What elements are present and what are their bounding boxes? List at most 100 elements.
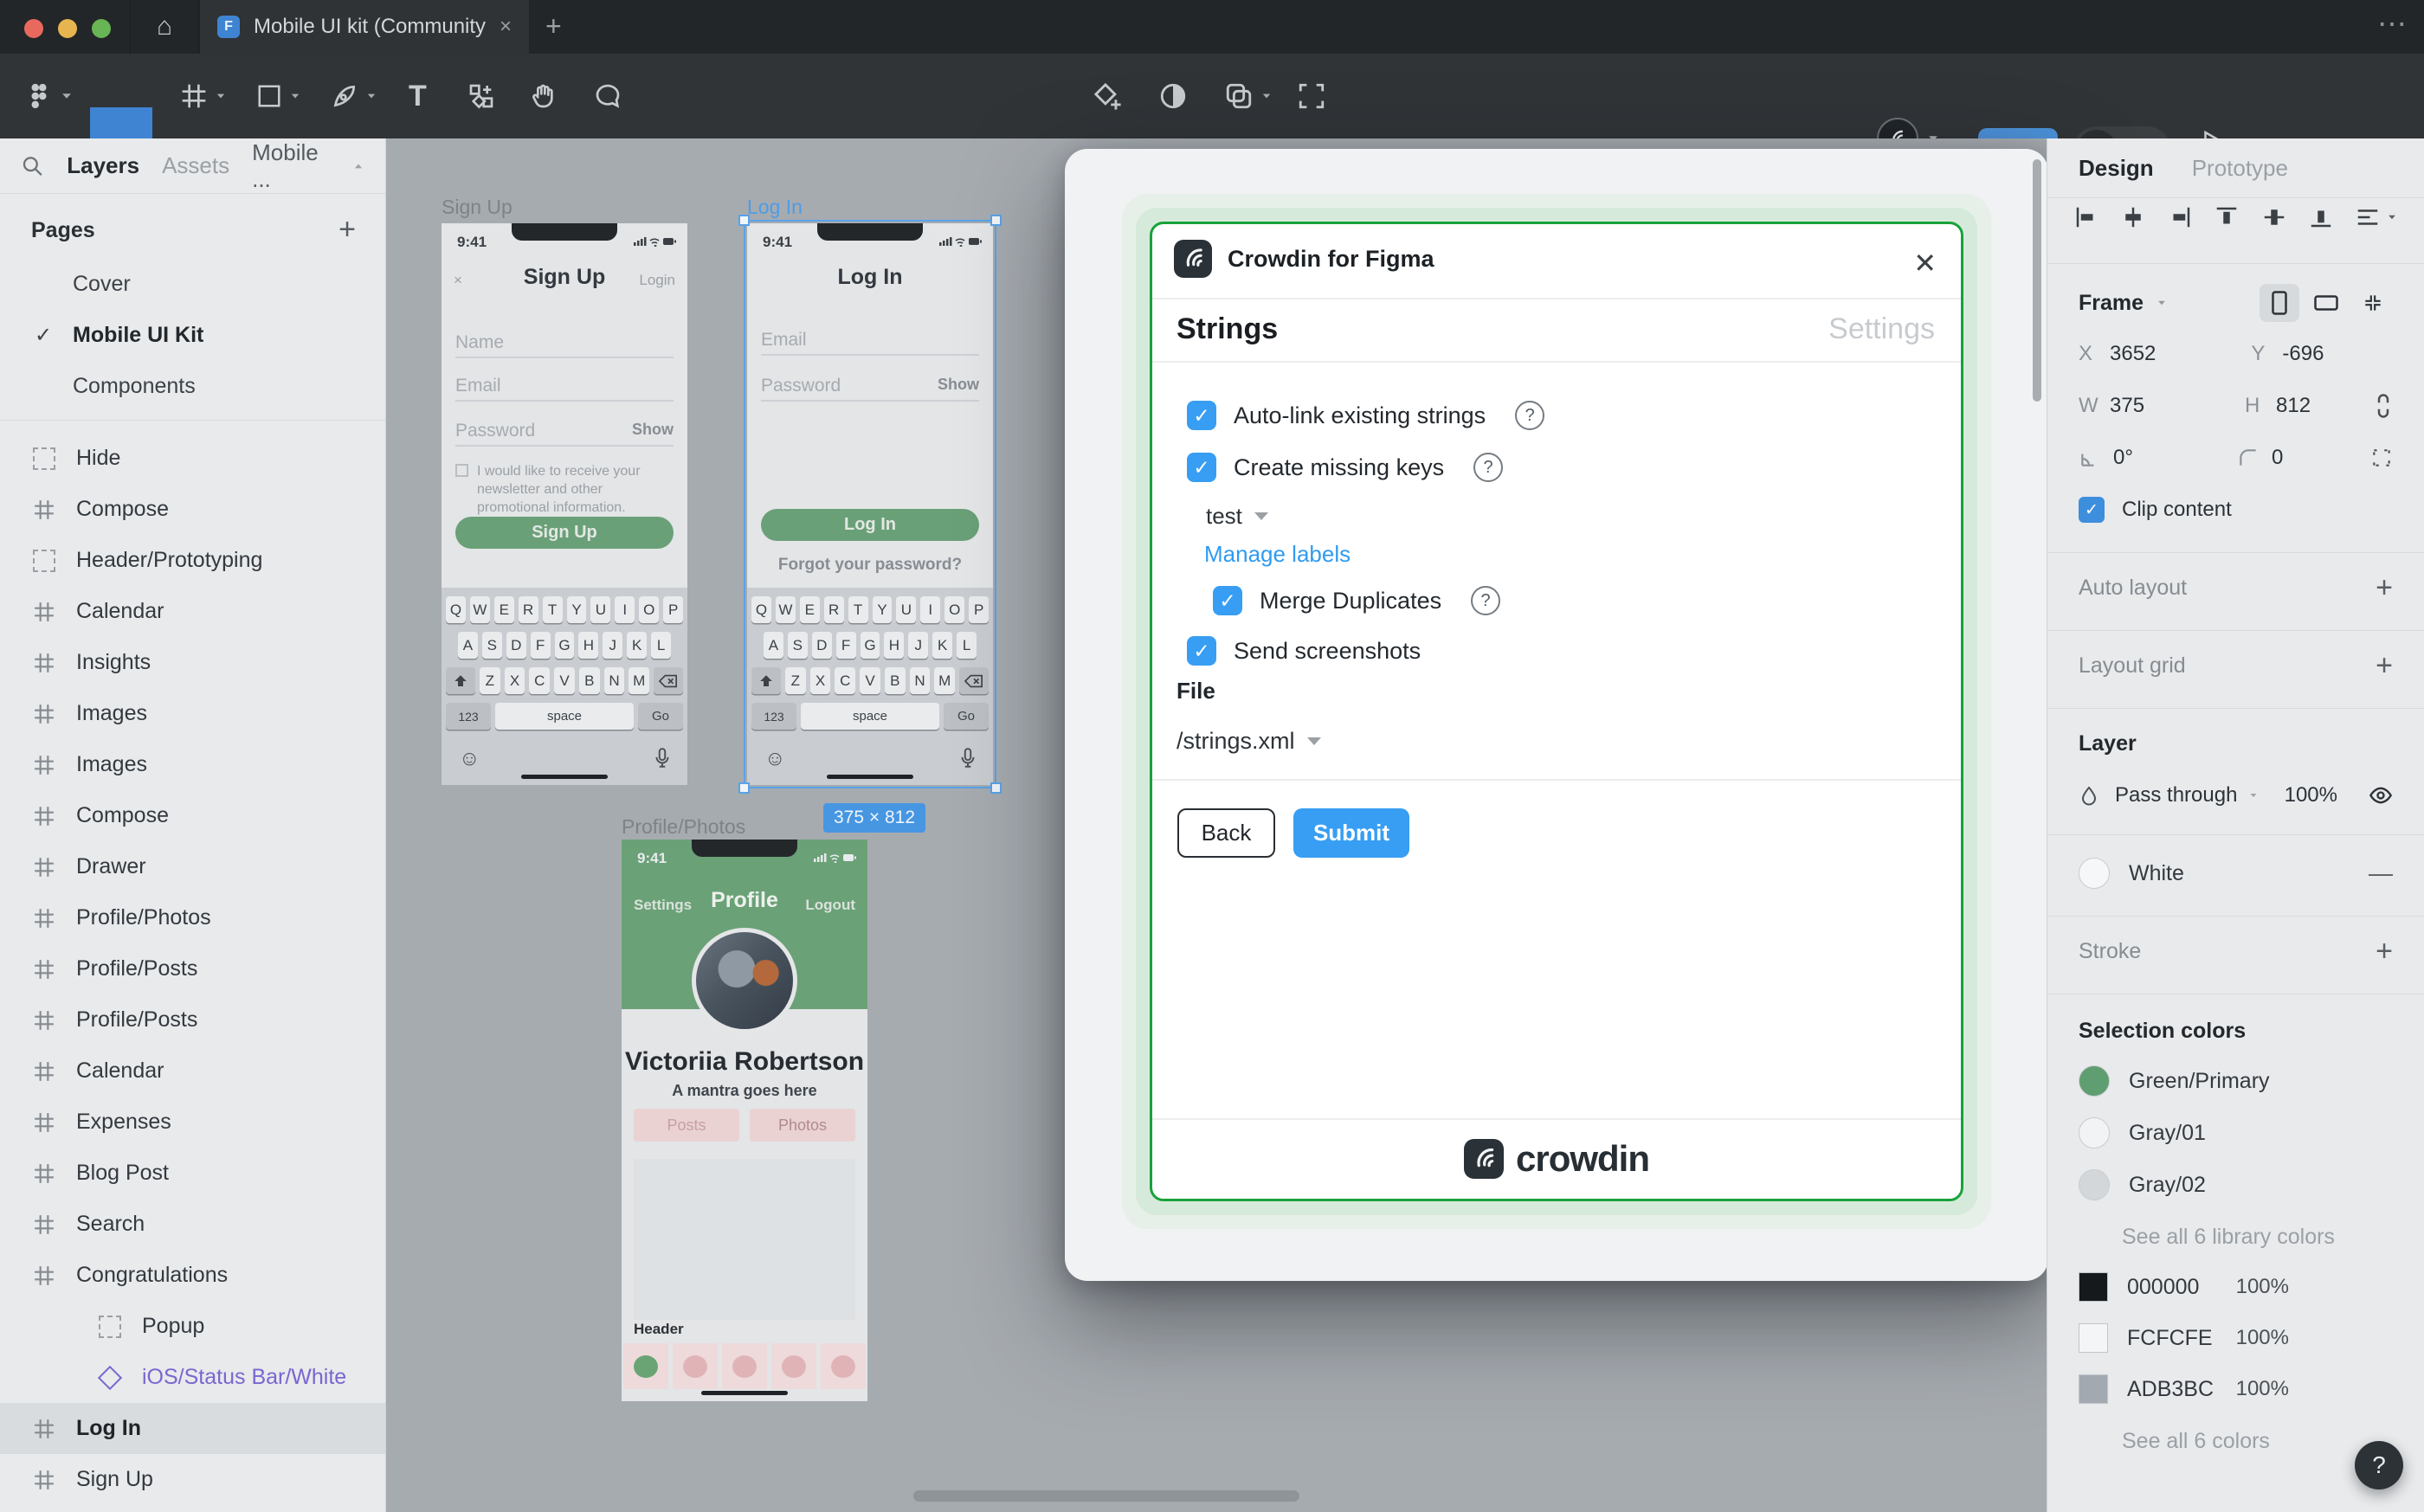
help-icon[interactable]: ?: [1471, 586, 1501, 615]
tab-layers[interactable]: Layers: [67, 152, 139, 179]
help-button[interactable]: ?: [2355, 1441, 2403, 1489]
add-auto-layout-button[interactable]: +: [2376, 571, 2393, 605]
tab-photos[interactable]: Photos: [750, 1109, 855, 1142]
color-swatch[interactable]: [2079, 1323, 2108, 1353]
layer-row-hide[interactable]: Hide: [0, 433, 385, 484]
forgot-password-link[interactable]: Forgot your password?: [747, 556, 993, 575]
emoji-icon[interactable]: ☺: [459, 747, 480, 771]
color-swatch[interactable]: [2079, 1065, 2110, 1097]
key[interactable]: K: [627, 632, 648, 659]
show-password-button[interactable]: Show: [938, 376, 979, 394]
minimize-window-button[interactable]: [58, 19, 77, 38]
frame-tool-button[interactable]: [180, 54, 227, 138]
pen-tool-button[interactable]: [331, 54, 377, 138]
key[interactable]: V: [554, 667, 575, 694]
key[interactable]: L: [957, 632, 977, 659]
key[interactable]: W: [469, 596, 490, 623]
align-bottom-icon[interactable]: [2308, 204, 2334, 230]
tab-assets[interactable]: Assets: [162, 152, 229, 179]
document-tab[interactable]: F Mobile UI kit (Community) ×: [200, 0, 529, 54]
login-frame[interactable]: 9:41 Log In Email Password Show Log In F…: [747, 223, 993, 785]
signup-frame[interactable]: 9:41 × Sign Up Login Name Email Password…: [442, 223, 687, 785]
height-input[interactable]: 812: [2276, 394, 2311, 418]
key[interactable]: U: [896, 596, 917, 623]
label-dropdown[interactable]: test: [1206, 503, 1268, 530]
key[interactable]: C: [529, 667, 551, 694]
close-window-button[interactable]: [24, 19, 43, 38]
key[interactable]: D: [811, 632, 832, 659]
frame-dropdown[interactable]: Frame: [2079, 291, 2144, 316]
key[interactable]: B: [884, 667, 906, 694]
fill-swatch[interactable]: [2079, 858, 2110, 889]
hand-tool-button[interactable]: [530, 54, 558, 138]
selection-button[interactable]: [1297, 54, 1326, 138]
main-menu-button[interactable]: [24, 54, 73, 138]
key[interactable]: J: [908, 632, 929, 659]
shift-key[interactable]: [751, 667, 781, 694]
manage-labels-link[interactable]: Manage labels: [1204, 541, 1351, 568]
key[interactable]: F: [530, 632, 551, 659]
key[interactable]: T: [848, 596, 868, 623]
key[interactable]: I: [615, 596, 635, 623]
maximize-window-button[interactable]: [92, 19, 111, 38]
add-stroke-button[interactable]: +: [2376, 935, 2393, 968]
go-key[interactable]: Go: [944, 703, 989, 730]
align-h-center-icon[interactable]: [2120, 204, 2146, 230]
password-field[interactable]: Password Show: [761, 376, 979, 402]
key[interactable]: Z: [785, 667, 806, 694]
layer-row-blog-post[interactable]: Blog Post: [0, 1148, 385, 1199]
show-password-button[interactable]: Show: [632, 421, 674, 439]
thumbnail[interactable]: [623, 1343, 668, 1389]
key[interactable]: N: [909, 667, 931, 694]
shape-tool-button[interactable]: [256, 54, 301, 138]
tab-design[interactable]: Design: [2079, 155, 2154, 182]
key[interactable]: F: [835, 632, 856, 659]
key[interactable]: Z: [480, 667, 500, 694]
selection-color-green-primary[interactable]: Green/Primary: [2047, 1061, 2424, 1101]
portrait-orientation-button[interactable]: [2260, 284, 2299, 322]
file-dropdown[interactable]: /strings.xml: [1177, 728, 1321, 755]
key[interactable]: G: [860, 632, 880, 659]
color-swatch[interactable]: [2079, 1117, 2110, 1148]
frame-label-signup[interactable]: Sign Up: [442, 196, 513, 219]
mask-button[interactable]: [1224, 54, 1273, 138]
layer-row-congratulations[interactable]: Congratulations: [0, 1250, 385, 1301]
layer-row-calendar[interactable]: Calendar: [0, 586, 385, 637]
merge-duplicates-checkbox[interactable]: ✓: [1213, 586, 1242, 615]
key[interactable]: D: [506, 632, 526, 659]
key[interactable]: M: [934, 667, 956, 694]
distribute-menu-button[interactable]: [2355, 204, 2398, 230]
layer-row-header-prototyping[interactable]: Header/Prototyping: [0, 535, 385, 586]
resize-to-fit-icon[interactable]: [2353, 284, 2393, 322]
key[interactable]: B: [578, 667, 600, 694]
thumbnail[interactable]: [722, 1343, 767, 1389]
name-field[interactable]: Name: [455, 332, 674, 358]
login-cta-button[interactable]: Log In: [761, 509, 979, 541]
key[interactable]: C: [835, 667, 856, 694]
autolink-checkbox[interactable]: ✓: [1187, 401, 1216, 430]
new-tab-button[interactable]: +: [545, 10, 562, 42]
key[interactable]: S: [481, 632, 502, 659]
horizontal-scrollbar[interactable]: [913, 1490, 1299, 1502]
blend-mode-dropdown[interactable]: Pass through: [2115, 783, 2260, 807]
backspace-key[interactable]: [959, 667, 990, 694]
page-item-components[interactable]: Components: [0, 362, 385, 410]
key[interactable]: P: [969, 596, 990, 623]
edit-object-button[interactable]: [1093, 54, 1122, 138]
newsletter-checkbox[interactable]: [455, 464, 468, 477]
comment-tool-button[interactable]: [594, 54, 622, 138]
key[interactable]: E: [799, 596, 820, 623]
key[interactable]: E: [493, 596, 514, 623]
layer-row-profile-photos[interactable]: Profile/Photos: [0, 892, 385, 943]
layer-row-drawer[interactable]: Drawer: [0, 841, 385, 892]
align-right-icon[interactable]: [2167, 204, 2193, 230]
tab-prototype[interactable]: Prototype: [2192, 155, 2288, 182]
layer-row-sign-up[interactable]: Sign Up: [0, 1454, 385, 1505]
layer-row-profile-posts[interactable]: Profile/Posts: [0, 943, 385, 994]
selection-color-gray-02[interactable]: Gray/02: [2047, 1165, 2424, 1205]
width-input[interactable]: 375: [2110, 394, 2144, 418]
key[interactable]: X: [809, 667, 831, 694]
key[interactable]: Q: [751, 596, 771, 623]
space-key[interactable]: space: [495, 703, 634, 730]
hex-color-fcfcfe[interactable]: FCFCFE 100%: [2047, 1318, 2424, 1358]
